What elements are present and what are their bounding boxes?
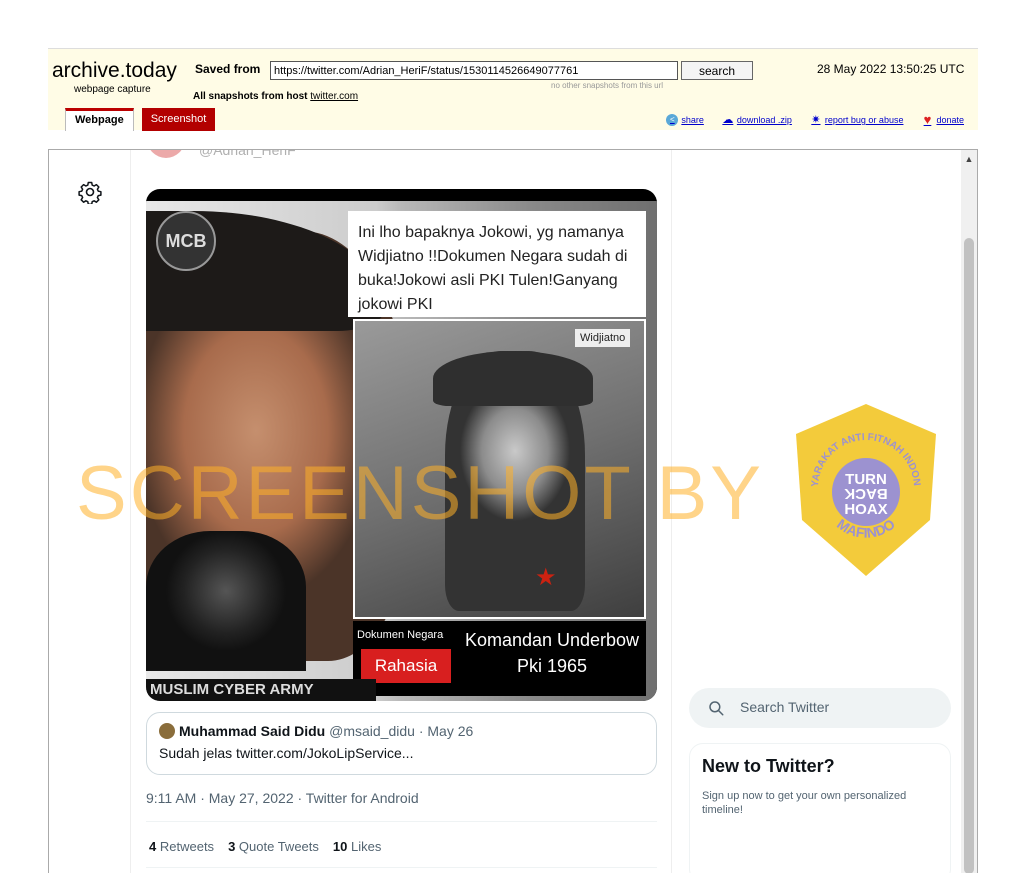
retweets-stat[interactable]: 4 Retweets [149, 839, 214, 854]
author-avatar[interactable] [147, 150, 185, 158]
donate-label: donate [936, 115, 964, 125]
from-host-label: from host [261, 91, 308, 102]
archive-actions: < share ☁ download .zip ✷ report bug or abu… [666, 112, 964, 127]
cloud-download-icon: ☁ [722, 114, 734, 126]
settings-gear-icon[interactable] [78, 180, 102, 204]
dokumen-negara-label: Dokumen Negara [357, 629, 444, 641]
tweet-stats: 4 Retweets 3 Quote Tweets 10 Likes [149, 839, 381, 854]
likes-stat[interactable]: 10 Likes [333, 839, 381, 854]
bug-icon: ✷ [811, 114, 821, 126]
new-to-twitter-description: Sign up now to get your own personalized… [702, 790, 907, 816]
historic-photo: ★ [353, 319, 646, 619]
archive-tabs: Webpage Screenshot [65, 108, 216, 131]
quotes-count: 3 [228, 839, 236, 854]
mcb-logo: MCB [156, 211, 216, 271]
all-snapshots-line: All snapshots from host twitter.com [193, 91, 358, 102]
donate-link[interactable]: ♥ donate [921, 112, 964, 127]
page-scrollbar[interactable]: ▲ [961, 150, 977, 873]
search-placeholder: Search Twitter [740, 699, 830, 715]
tweet-timestamp[interactable]: 9:11 AM · May 27, 2022 · Twitter for And… [146, 790, 419, 806]
report-link[interactable]: ✷ report bug or abuse [810, 114, 904, 126]
scroll-thumb[interactable] [964, 238, 974, 873]
image-caption: Ini lho bapaknya Jokowi, yg namanya Widj… [348, 211, 646, 317]
likes-label: Likes [351, 839, 382, 854]
new-to-twitter-title: New to Twitter? [702, 756, 835, 776]
photo-name-tag: Widjiatno [575, 329, 631, 347]
quoted-meta: @msaid_didu · May 26 [329, 723, 474, 739]
new-to-twitter-card: New to Twitter? Sign up now to get your … [689, 743, 951, 873]
capture-date: 28 May 2022 13:50:25 UTC [817, 62, 965, 76]
quoted-tweet-header: Muhammad Said Didu @msaid_didu · May 26 [159, 723, 644, 739]
share-label: share [681, 115, 704, 125]
tweet-media-image[interactable]: MCB Ini lho bapaknya Jokowi, yg namanya … [146, 189, 657, 701]
muslim-cyber-army-label: MUSLIM CYBER ARMY [146, 679, 376, 701]
search-icon [709, 701, 724, 716]
tab-screenshot[interactable]: Screenshot [141, 108, 216, 131]
quoted-tweet[interactable]: Muhammad Said Didu @msaid_didu · May 26 … [146, 712, 657, 775]
author-handle[interactable]: @Adrian_HeriF [199, 150, 296, 158]
heart-icon: ♥ [923, 112, 932, 127]
star-badge-icon: ★ [535, 564, 557, 591]
share-link[interactable]: < share [666, 114, 704, 126]
retweets-count: 4 [149, 839, 157, 854]
divider [146, 867, 657, 868]
badge-line-2: BACK [844, 485, 887, 502]
download-link[interactable]: ☁ download .zip [722, 114, 792, 126]
likes-count: 10 [332, 839, 348, 854]
soldier-cap [433, 351, 593, 406]
hooded-figure [146, 531, 306, 671]
badge-line-3: HOAX [844, 501, 887, 518]
rahasia-badge: Rahasia [361, 649, 451, 683]
search-twitter-box[interactable]: Search Twitter [689, 688, 951, 728]
scroll-up-arrow-icon[interactable]: ▲ [961, 152, 977, 166]
saved-from-label: Saved from [195, 62, 261, 76]
tweet-column: @Adrian_HeriF MCB Ini lho bapaknya Jokow… [131, 150, 672, 873]
search-button[interactable]: search [681, 61, 753, 80]
host-link[interactable]: twitter.com [310, 91, 358, 102]
share-icon: < [666, 114, 679, 126]
quotes-label: Quote Tweets [238, 839, 319, 854]
archive-brand-subtitle: webpage capture [74, 84, 151, 95]
tab-webpage[interactable]: Webpage [65, 108, 134, 131]
download-label: download .zip [736, 115, 792, 125]
mafindo-turnbackhoax-badge: MASYARAKAT ANTI FITNAH INDONESIA TURN BA… [790, 400, 936, 576]
twitter-left-nav [49, 150, 131, 873]
image-bottom-band: Dokumen Negara Rahasia Komandan Underbow… [353, 621, 646, 696]
report-label: report bug or abuse [824, 115, 904, 125]
archive-brand[interactable]: archive.today [52, 59, 177, 83]
all-snapshots-label[interactable]: All snapshots [193, 91, 259, 102]
quoted-author-name: Muhammad Said Didu [179, 723, 326, 739]
divider [146, 821, 657, 822]
quoted-avatar [159, 723, 175, 739]
retweets-label: Retweets [159, 839, 215, 854]
no-other-snapshots-note: no other snapshots from this url [551, 81, 664, 90]
archive-header: archive.today webpage capture Saved from… [48, 48, 978, 131]
media-content: MCB Ini lho bapaknya Jokowi, yg namanya … [146, 201, 657, 701]
komandan-label: Komandan Underbow Pki 1965 [464, 630, 640, 676]
quote-tweets-stat[interactable]: 3 Quote Tweets [228, 839, 319, 854]
url-input[interactable] [270, 61, 678, 80]
quoted-text: Sudah jelas twitter.com/JokoLipService..… [159, 745, 414, 761]
